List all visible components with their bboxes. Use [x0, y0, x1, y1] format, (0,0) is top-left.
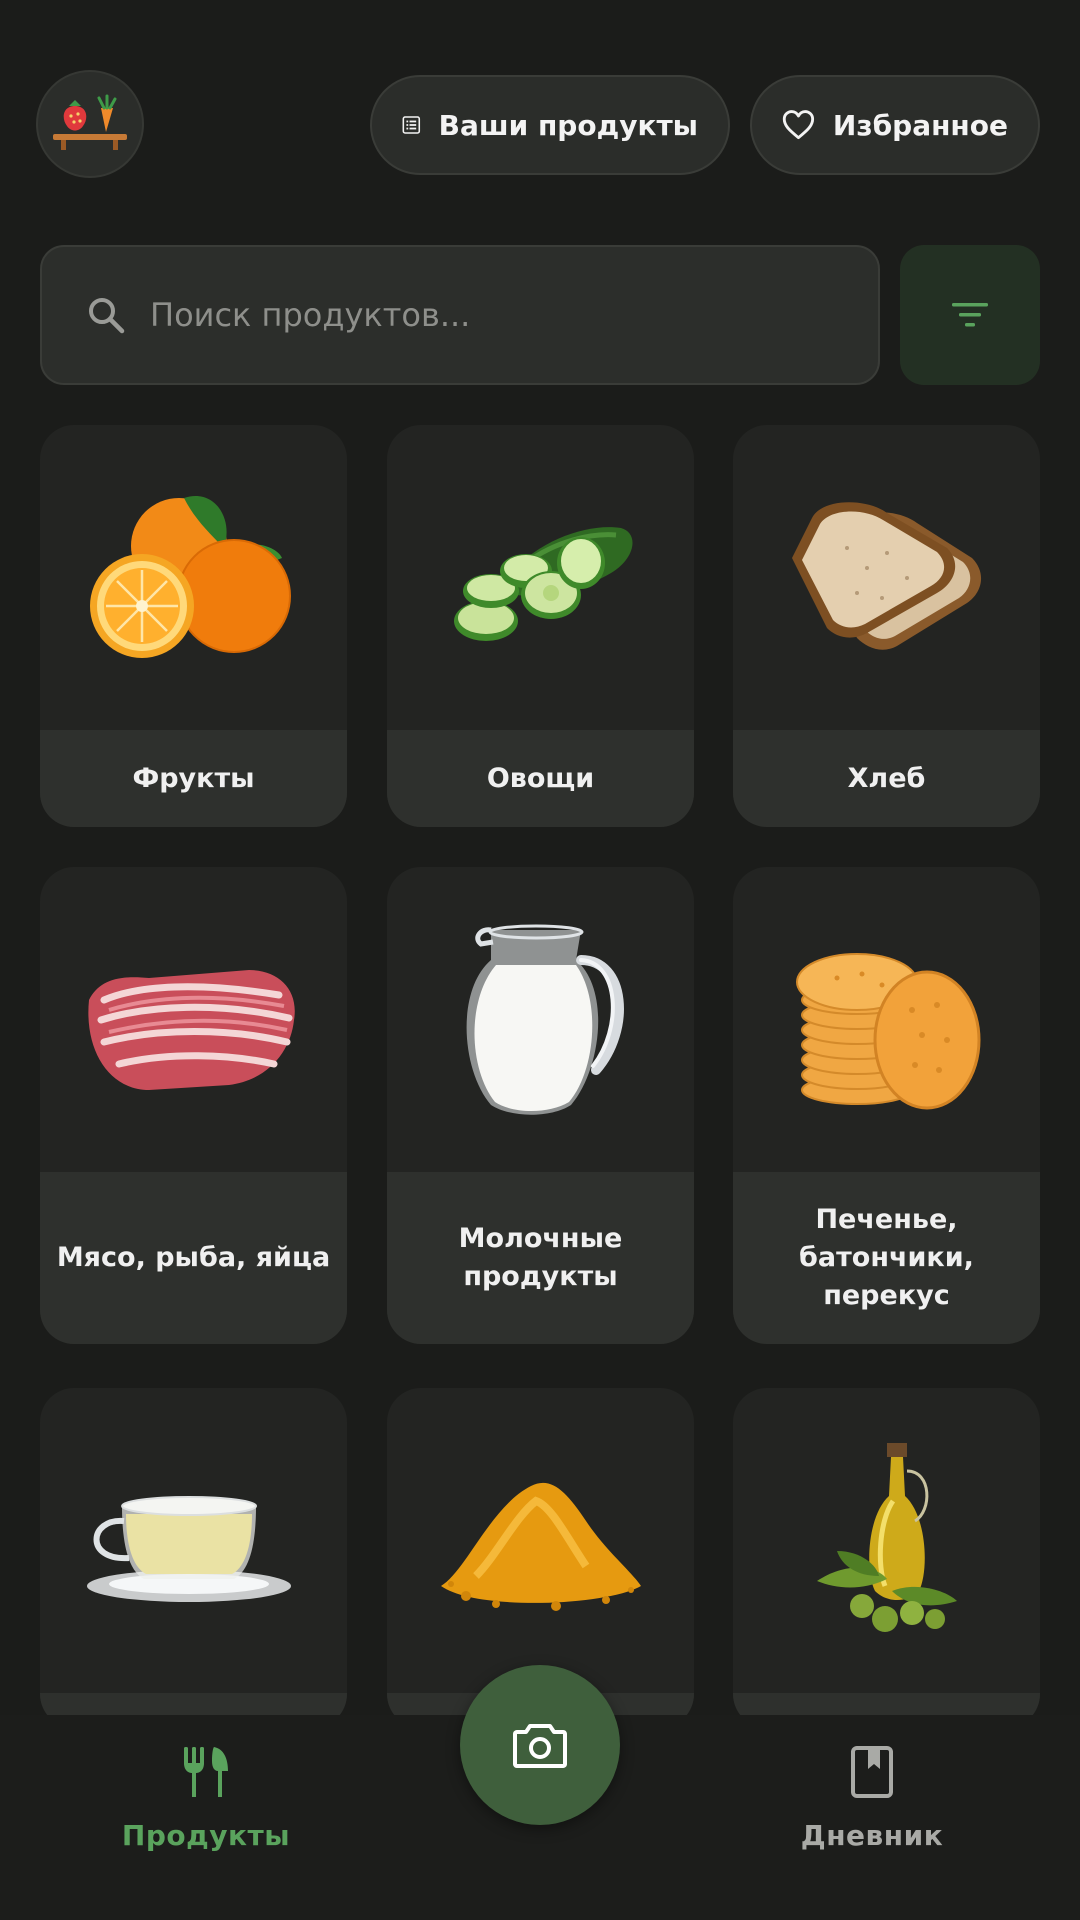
category-label: Хлеб [733, 730, 1040, 827]
category-card-fruits[interactable]: Фрукты [40, 425, 347, 827]
shelf-logo-icon [53, 94, 127, 150]
nav-label-diary: Дневник [800, 1819, 944, 1852]
search-icon [89, 298, 125, 334]
category-card-meat-fish-eggs[interactable]: Мясо, рыба, яйца [40, 867, 347, 1344]
diary-book-icon [851, 1746, 893, 1798]
category-label [733, 1693, 1040, 1715]
list-icon [402, 116, 421, 134]
category-label: Фрукты [40, 730, 347, 827]
bacon-image [87, 969, 295, 1090]
tea-cup-image [86, 1495, 291, 1602]
your-products-label: Ваши продукты [438, 108, 698, 142]
category-label: Молочные продукты [387, 1172, 694, 1344]
nav-label-products: Продукты [121, 1819, 291, 1852]
category-card-tea[interactable] [40, 1388, 347, 1715]
nav-tab-diary[interactable]: Дневник [742, 1745, 1002, 1852]
search-input[interactable] [150, 296, 790, 334]
category-label: Овощи [387, 730, 694, 827]
category-card-bread[interactable]: Хлеб [733, 425, 1040, 827]
app-logo[interactable] [36, 70, 144, 178]
bread-image [791, 501, 981, 650]
search-bar[interactable] [40, 245, 880, 385]
category-card-dairy[interactable]: Молочные продукты [387, 867, 694, 1344]
fork-knife-icon [184, 1747, 228, 1797]
category-card-cookies-snacks[interactable]: Печенье, батончики, перекус [733, 867, 1040, 1344]
category-label: Печенье, батончики, перекус [733, 1172, 1040, 1344]
oranges-image [89, 495, 291, 658]
favorites-label: Избранное [832, 108, 1008, 142]
category-label: Мясо, рыба, яйца [40, 1172, 347, 1344]
milk-jug-image [466, 924, 624, 1115]
spice-powder-image [440, 1482, 641, 1611]
filter-icon [952, 303, 988, 327]
camera-icon [513, 1724, 567, 1768]
your-products-button[interactable]: Ваши продукты [370, 75, 730, 175]
favorites-button[interactable]: Избранное [750, 75, 1040, 175]
crackers-image [795, 952, 980, 1109]
category-label [40, 1693, 347, 1715]
cucumber-image [453, 526, 632, 641]
nav-tab-products[interactable]: Продукты [76, 1745, 336, 1852]
category-grid[interactable]: Фрукты Овощи Хлеб Мясо, рыба, яйца Молоч… [0, 420, 1080, 1715]
heart-icon [782, 110, 815, 140]
category-card-vegetables[interactable]: Овощи [387, 425, 694, 827]
category-card-oils[interactable] [733, 1388, 1040, 1715]
camera-button[interactable] [460, 1665, 620, 1825]
olive-oil-image [816, 1442, 957, 1632]
filter-button[interactable] [900, 245, 1040, 385]
